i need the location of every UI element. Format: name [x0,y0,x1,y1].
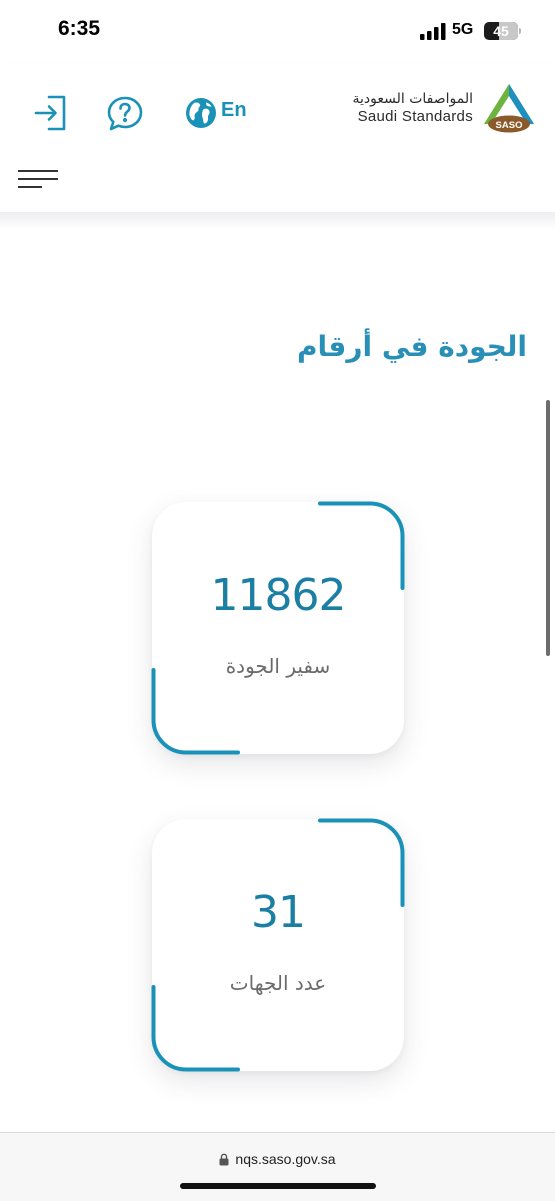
stat-label: سفير الجودة [225,654,331,678]
login-icon[interactable] [32,94,70,132]
stat-label: عدد الجهات [229,971,327,995]
battery-tip [519,28,521,34]
site-header: En المواصفات السعودية Saudi Standards SA… [0,64,555,212]
card-border-accent [151,501,405,755]
stat-value: 11862 [210,570,347,621]
lock-icon [219,1153,229,1165]
battery-icon: 45 [484,22,518,40]
network-type: 5G [452,21,474,38]
language-label: En [221,98,247,121]
scrollbar[interactable] [546,400,550,656]
saso-logo-icon: SASO [484,84,534,133]
language-switch[interactable]: En [185,96,247,130]
url-display[interactable]: nqs.saso.gov.sa [0,1151,555,1167]
section-title: الجودة في أرقام [297,330,527,363]
battery-level: 45 [493,23,509,39]
card-border-accent [151,818,405,1072]
stat-value: 31 [251,887,306,938]
status-time: 6:35 [58,17,101,40]
hamburger-menu-icon[interactable] [18,168,60,192]
header-shadow [0,212,555,230]
brand-name-en: Saudi Standards [357,108,473,125]
brand-name-ar: المواصفات السعودية [352,91,473,107]
signal-bars-icon [420,23,446,40]
brand-logo-block[interactable]: المواصفات السعودية Saudi Standards SASO [352,78,537,138]
stat-card: 11862 سفير الجودة [151,501,405,755]
stat-card: 31 عدد الجهات [151,818,405,1072]
status-bar: 6:35 5G 45 [0,0,555,64]
url-text: nqs.saso.gov.sa [235,1151,336,1167]
browser-address-bar[interactable]: nqs.saso.gov.sa [0,1132,555,1201]
home-indicator[interactable] [180,1183,376,1189]
globe-icon [186,98,216,128]
brand-text: المواصفات السعودية Saudi Standards [352,90,473,126]
help-icon[interactable] [106,95,144,133]
logo-text: SASO [496,120,523,131]
